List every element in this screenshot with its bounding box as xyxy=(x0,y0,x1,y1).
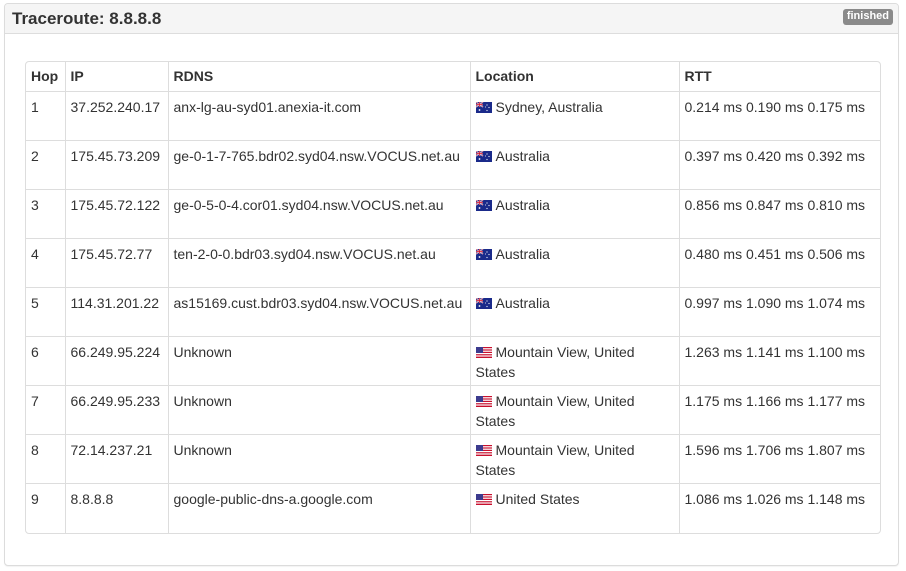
column-header-rtt: RTT xyxy=(678,62,880,92)
rdns-cell: Unknown xyxy=(167,336,470,386)
rdns-cell: as15169.cust.bdr03.syd04.nsw.VOCUS.net.a… xyxy=(167,287,470,337)
location-text: Australia xyxy=(495,148,550,164)
table-row: 7 66.249.95.233 Unknown Mountain View, U… xyxy=(26,385,880,435)
ip-cell: 175.45.73.209 xyxy=(64,140,168,190)
rtt-cell: 0.856 ms 0.847 ms 0.810 ms xyxy=(678,189,880,239)
location-cell: United States xyxy=(469,483,679,533)
location-cell: Sydney, Australia xyxy=(469,91,679,141)
ip-cell: 8.8.8.8 xyxy=(64,483,168,533)
rtt-cell: 0.397 ms 0.420 ms 0.392 ms xyxy=(678,140,880,190)
hop-cell: 3 xyxy=(26,189,65,239)
rtt-cell: 0.480 ms 0.451 ms 0.506 ms xyxy=(678,238,880,288)
hop-cell: 5 xyxy=(26,287,65,337)
location-cell: Mountain View, United States xyxy=(469,385,679,435)
rtt-cell: 1.263 ms 1.141 ms 1.100 ms xyxy=(678,336,880,386)
hop-cell: 4 xyxy=(26,238,65,288)
rdns-cell: Unknown xyxy=(167,434,470,484)
ip-cell: 175.45.72.122 xyxy=(64,189,168,239)
rdns-cell: ge-0-5-0-4.cor01.syd04.nsw.VOCUS.net.au xyxy=(167,189,470,239)
australia-flag-icon xyxy=(475,98,492,113)
rtt-cell: 0.997 ms 1.090 ms 1.074 ms xyxy=(678,287,880,337)
column-header-hop: Hop xyxy=(31,68,59,84)
location-text: Australia xyxy=(495,197,550,213)
traceroute-table: Hop IP RDNS Location RTT 1 37.252.240.17… xyxy=(25,61,881,534)
usa-flag-icon xyxy=(475,490,492,505)
rdns-cell: Unknown xyxy=(167,385,470,435)
rdns-cell: anx-lg-au-syd01.anexia-it.com xyxy=(167,91,470,141)
rtt-cell: 1.596 ms 1.706 ms 1.807 ms xyxy=(678,434,880,484)
rdns-cell: ge-0-1-7-765.bdr02.syd04.nsw.VOCUS.net.a… xyxy=(167,140,470,190)
hop-cell: 9 xyxy=(26,483,65,533)
ip-cell: 175.45.72.77 xyxy=(64,238,168,288)
column-header-location: Location xyxy=(469,62,679,92)
australia-flag-icon xyxy=(475,245,492,260)
location-cell: Australia xyxy=(469,287,679,337)
hop-cell: 1 xyxy=(26,91,65,141)
panel-heading: Traceroute: 8.8.8.8 finished xyxy=(5,4,898,34)
usa-flag-icon xyxy=(475,343,492,358)
ip-cell: 114.31.201.22 xyxy=(64,287,168,337)
table-header-row: Hop IP RDNS Location RTT xyxy=(26,62,880,92)
rdns-cell: ten-2-0-0.bdr03.syd04.nsw.VOCUS.net.au xyxy=(167,238,470,288)
ip-cell: 66.249.95.233 xyxy=(64,385,168,435)
australia-flag-icon xyxy=(475,294,492,309)
page-title: Traceroute: 8.8.8.8 xyxy=(12,9,162,28)
location-text: United States xyxy=(495,491,580,507)
australia-flag-icon xyxy=(475,196,492,211)
status-badge: finished xyxy=(842,9,893,25)
australia-flag-icon xyxy=(475,147,492,162)
ip-cell: 66.249.95.224 xyxy=(64,336,168,386)
table-row: 9 8.8.8.8 google-public-dns-a.google.com… xyxy=(26,483,880,533)
usa-flag-icon xyxy=(475,441,492,456)
ip-cell: 37.252.240.17 xyxy=(64,91,168,141)
usa-flag-icon xyxy=(475,392,492,407)
column-header-ip: IP xyxy=(64,62,168,92)
location-cell: Mountain View, United States xyxy=(469,434,679,484)
table-row: 4 175.45.72.77 ten-2-0-0.bdr03.syd04.nsw… xyxy=(26,238,880,288)
location-cell: Mountain View, United States xyxy=(469,336,679,386)
table-row: 6 66.249.95.224 Unknown Mountain View, U… xyxy=(26,336,880,386)
location-text: Australia xyxy=(495,295,550,311)
location-text: Mountain View, United States xyxy=(475,393,635,429)
location-cell: Australia xyxy=(469,189,679,239)
table-row: 8 72.14.237.21 Unknown Mountain View, Un… xyxy=(26,434,880,484)
location-text: Mountain View, United States xyxy=(475,344,635,380)
rdns-cell: google-public-dns-a.google.com xyxy=(167,483,470,533)
location-text: Sydney, Australia xyxy=(495,99,603,115)
location-text: Mountain View, United States xyxy=(475,442,635,478)
table-row: 3 175.45.72.122 ge-0-5-0-4.cor01.syd04.n… xyxy=(26,189,880,239)
ip-cell: 72.14.237.21 xyxy=(64,434,168,484)
location-text: Australia xyxy=(495,246,550,262)
location-cell: Australia xyxy=(469,140,679,190)
hop-cell: 7 xyxy=(26,385,65,435)
hop-cell: 6 xyxy=(26,336,65,386)
rtt-cell: 1.086 ms 1.026 ms 1.148 ms xyxy=(678,483,880,533)
traceroute-panel: Traceroute: 8.8.8.8 finished Hop IP RDNS… xyxy=(4,3,899,566)
table-row: 2 175.45.73.209 ge-0-1-7-765.bdr02.syd04… xyxy=(26,140,880,190)
table-row: 1 37.252.240.17 anx-lg-au-syd01.anexia-i… xyxy=(26,91,880,141)
rtt-cell: 1.175 ms 1.166 ms 1.177 ms xyxy=(678,385,880,435)
table-row: 5 114.31.201.22 as15169.cust.bdr03.syd04… xyxy=(26,287,880,337)
rtt-cell: 0.214 ms 0.190 ms 0.175 ms xyxy=(678,91,880,141)
location-cell: Australia xyxy=(469,238,679,288)
hop-cell: 8 xyxy=(26,434,65,484)
column-header-rdns: RDNS xyxy=(167,62,470,92)
hop-cell: 2 xyxy=(26,140,65,190)
